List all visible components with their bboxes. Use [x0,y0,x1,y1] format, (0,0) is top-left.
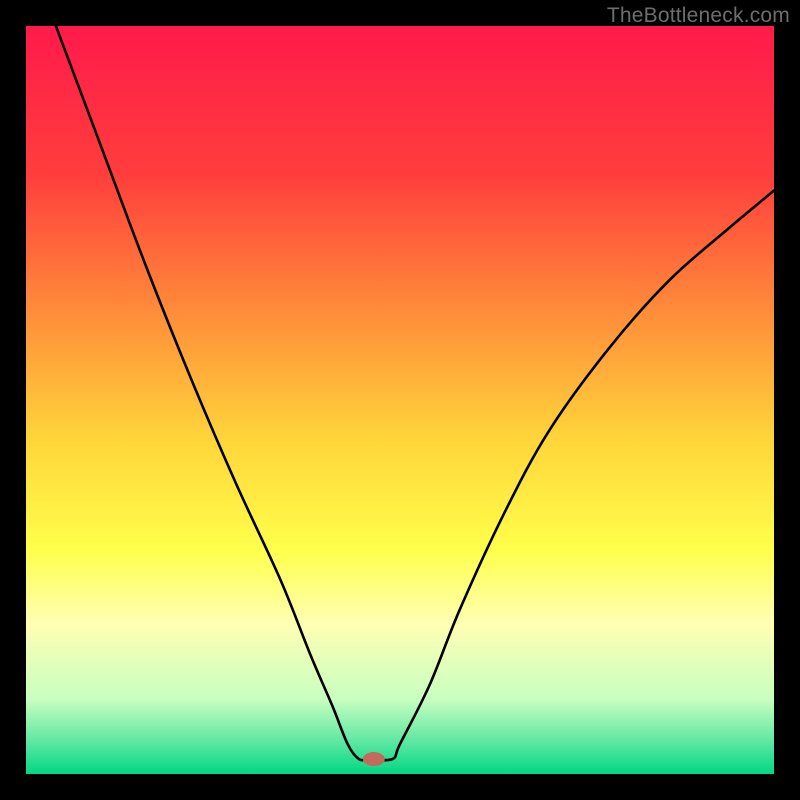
gradient-background [26,26,774,774]
chart-frame: TheBottleneck.com [0,0,800,800]
sweet-spot-marker [363,752,385,766]
watermark-text: TheBottleneck.com [607,4,790,28]
bottleneck-chart [26,26,774,774]
plot-area [26,26,774,774]
